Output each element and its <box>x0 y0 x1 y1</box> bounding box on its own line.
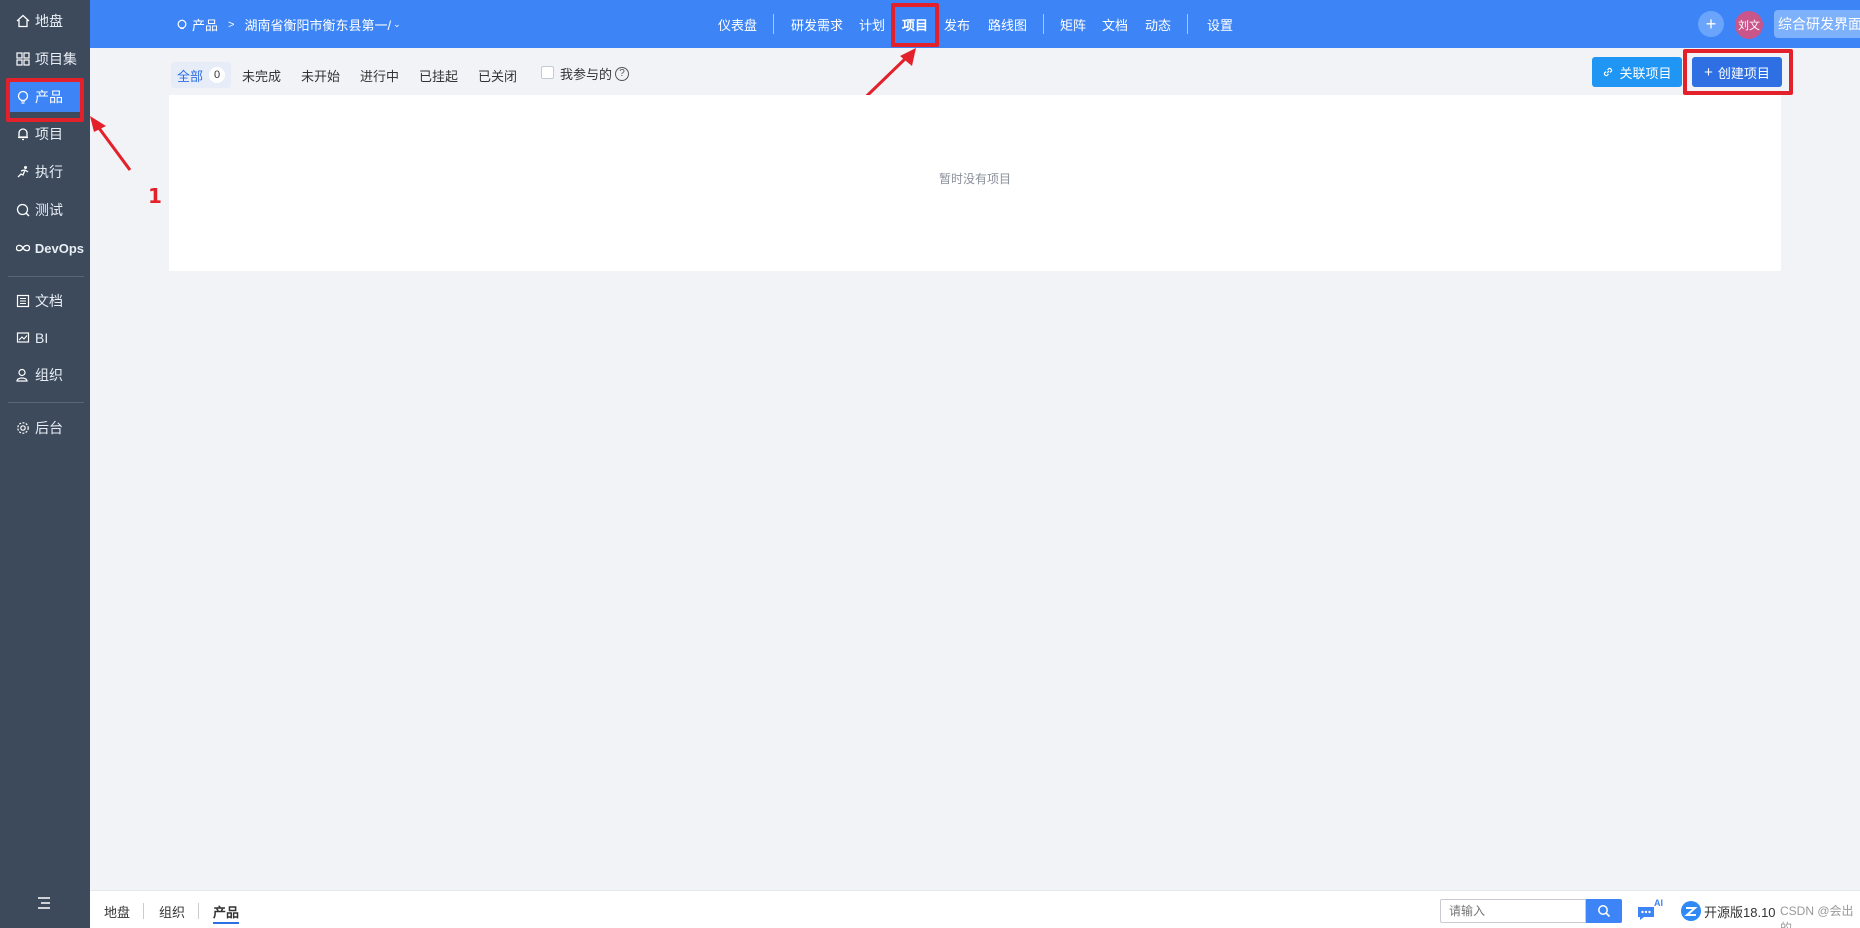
chevron-down-icon: ⌄ <box>393 19 401 29</box>
bottom-breadcrumb-org[interactable]: 组织 <box>159 902 185 921</box>
link-project-button[interactable]: 关联项目 <box>1592 57 1682 87</box>
product-selector[interactable]: 湖南省衡阳市衡东县第一/ <box>244 15 391 34</box>
bottom-breadcrumb-product[interactable]: 产品 <box>213 902 240 924</box>
annotation-highlight-1 <box>6 78 84 122</box>
nav-dashboard[interactable]: 仪表盘 <box>718 15 757 34</box>
annotation-arrow-1 <box>90 116 132 171</box>
sidebar-item-label: 文档 <box>35 293 63 309</box>
workspace-switch-button[interactable]: 综合研发界面 <box>1774 10 1860 38</box>
tab-label: 已关闭 <box>478 68 518 84</box>
nav-matrix[interactable]: 矩阵 <box>1060 15 1086 34</box>
sidebar-item-test[interactable]: 测试 <box>8 195 84 225</box>
nav-release[interactable]: 发布 <box>944 15 970 34</box>
bottom-divider <box>143 903 144 919</box>
empty-state-text: 暂时没有项目 <box>938 172 1011 186</box>
tab-label: 进行中 <box>360 68 400 84</box>
infinity-icon <box>14 239 32 257</box>
chart-icon <box>14 329 32 347</box>
sidebar-divider <box>8 402 84 403</box>
breadcrumb-root[interactable]: 产品 <box>192 15 218 34</box>
nav-dynamic[interactable]: 动态 <box>1145 15 1171 34</box>
sidebar-item-dashboard[interactable]: 地盘 <box>8 6 84 36</box>
nav-divider <box>1187 14 1188 34</box>
ai-chat-icon[interactable]: AI <box>1636 898 1666 923</box>
breadcrumb[interactable]: 产品 > 湖南省衡阳市衡东县第一/ ⌄ <box>176 15 401 34</box>
link-icon <box>1602 66 1614 78</box>
tab-unfinished[interactable]: 未完成 <box>236 62 287 88</box>
bottom-breadcrumb-dashboard[interactable]: 地盘 <box>104 902 130 921</box>
test-icon <box>14 201 32 219</box>
tab-not-started[interactable]: 未开始 <box>295 62 346 88</box>
top-nav-bar: 产品 > 湖南省衡阳市衡东县第一/ ⌄ 仪表盘 研发需求 计划 项目 发布 路线… <box>90 0 1860 48</box>
tab-label: 已挂起 <box>419 68 459 84</box>
mine-checkbox[interactable] <box>541 66 554 79</box>
annotation-highlight-3 <box>1683 49 1793 95</box>
sidebar-item-execution[interactable]: 执行 <box>8 157 84 187</box>
nav-plan[interactable]: 计划 <box>859 15 885 34</box>
sidebar-item-label: 项目集 <box>35 51 77 67</box>
nav-roadmap[interactable]: 路线图 <box>988 15 1027 34</box>
sidebar-item-label: 项目 <box>35 126 63 142</box>
tab-label: 未开始 <box>301 68 341 84</box>
sidebar-item-devops[interactable]: DevOps <box>8 233 84 263</box>
mine-checkbox-label: 我参与的 <box>560 67 613 82</box>
search-input[interactable] <box>1440 899 1586 923</box>
tab-all-count: 0 <box>209 67 226 83</box>
user-icon <box>14 366 32 384</box>
search-icon <box>1598 905 1611 918</box>
home-icon <box>14 12 32 30</box>
search-button[interactable] <box>1586 899 1622 923</box>
tab-closed[interactable]: 已关闭 <box>472 62 523 88</box>
sidebar-item-admin[interactable]: 后台 <box>8 413 84 443</box>
mine-filter[interactable]: 我参与的 ? <box>560 64 630 83</box>
ai-label: AI <box>1654 898 1663 908</box>
tab-suspended[interactable]: 已挂起 <box>413 62 464 88</box>
nav-settings[interactable]: 设置 <box>1207 15 1233 34</box>
grid-icon <box>14 50 32 68</box>
nav-doc[interactable]: 文档 <box>1102 15 1128 34</box>
help-icon[interactable]: ? <box>615 66 630 81</box>
zentao-logo-icon <box>1680 900 1702 922</box>
version-label: 开源版18.10 <box>1704 905 1776 920</box>
sidebar-item-label: 执行 <box>35 164 63 180</box>
sidebar-item-label: 测试 <box>35 202 63 218</box>
sidebar-item-label: 地盘 <box>35 13 63 29</box>
link-project-label: 关联项目 <box>1619 65 1672 81</box>
sidebar-item-project[interactable]: 项目 <box>8 119 84 149</box>
tab-label: 未完成 <box>242 68 282 84</box>
add-icon[interactable]: + <box>1698 11 1724 37</box>
sidebar-item-label: 组织 <box>35 367 63 383</box>
chevron-right-icon: > <box>228 18 235 31</box>
sidebar-item-label: DevOps <box>34 240 84 256</box>
avatar[interactable]: 刘文 <box>1735 11 1763 39</box>
nav-divider <box>1043 14 1044 34</box>
nav-requirements[interactable]: 研发需求 <box>791 15 843 34</box>
bell-icon <box>14 125 32 143</box>
run-icon <box>14 163 32 181</box>
tab-all[interactable]: 全部 0 <box>171 62 232 88</box>
sidebar-item-doc[interactable]: 文档 <box>8 286 84 316</box>
annotation-highlight-2 <box>891 3 939 47</box>
watermark-text: CSDN @会出的 <box>1780 904 1854 928</box>
sidebar-item-label: 后台 <box>35 420 63 436</box>
sidebar-item-label: BI <box>35 330 49 346</box>
tab-in-progress[interactable]: 进行中 <box>354 62 405 88</box>
sidebar-item-bi[interactable]: BI <box>8 323 84 353</box>
bottom-divider <box>198 903 199 919</box>
bulb-icon <box>176 19 188 31</box>
bottom-bar: 地盘 组织 产品 AI 开源版18.10 CSDN @会出的 <box>90 890 1860 928</box>
sidebar-divider <box>8 276 84 277</box>
annotation-number-1: 1 <box>148 184 162 208</box>
menu-toggle-icon[interactable] <box>36 896 54 914</box>
project-list-panel: 暂时没有项目 <box>169 95 1781 271</box>
doc-icon <box>14 292 32 310</box>
sidebar-item-program[interactable]: 项目集 <box>8 44 84 74</box>
nav-divider <box>773 14 774 34</box>
sidebar: 地盘 项目集 产品 项目 执行 测试 DevOps 文档 BI 组织 后台 <box>0 0 90 928</box>
sidebar-item-org[interactable]: 组织 <box>8 360 84 390</box>
tab-all-label: 全部 <box>177 68 204 84</box>
gear-icon <box>14 419 32 437</box>
